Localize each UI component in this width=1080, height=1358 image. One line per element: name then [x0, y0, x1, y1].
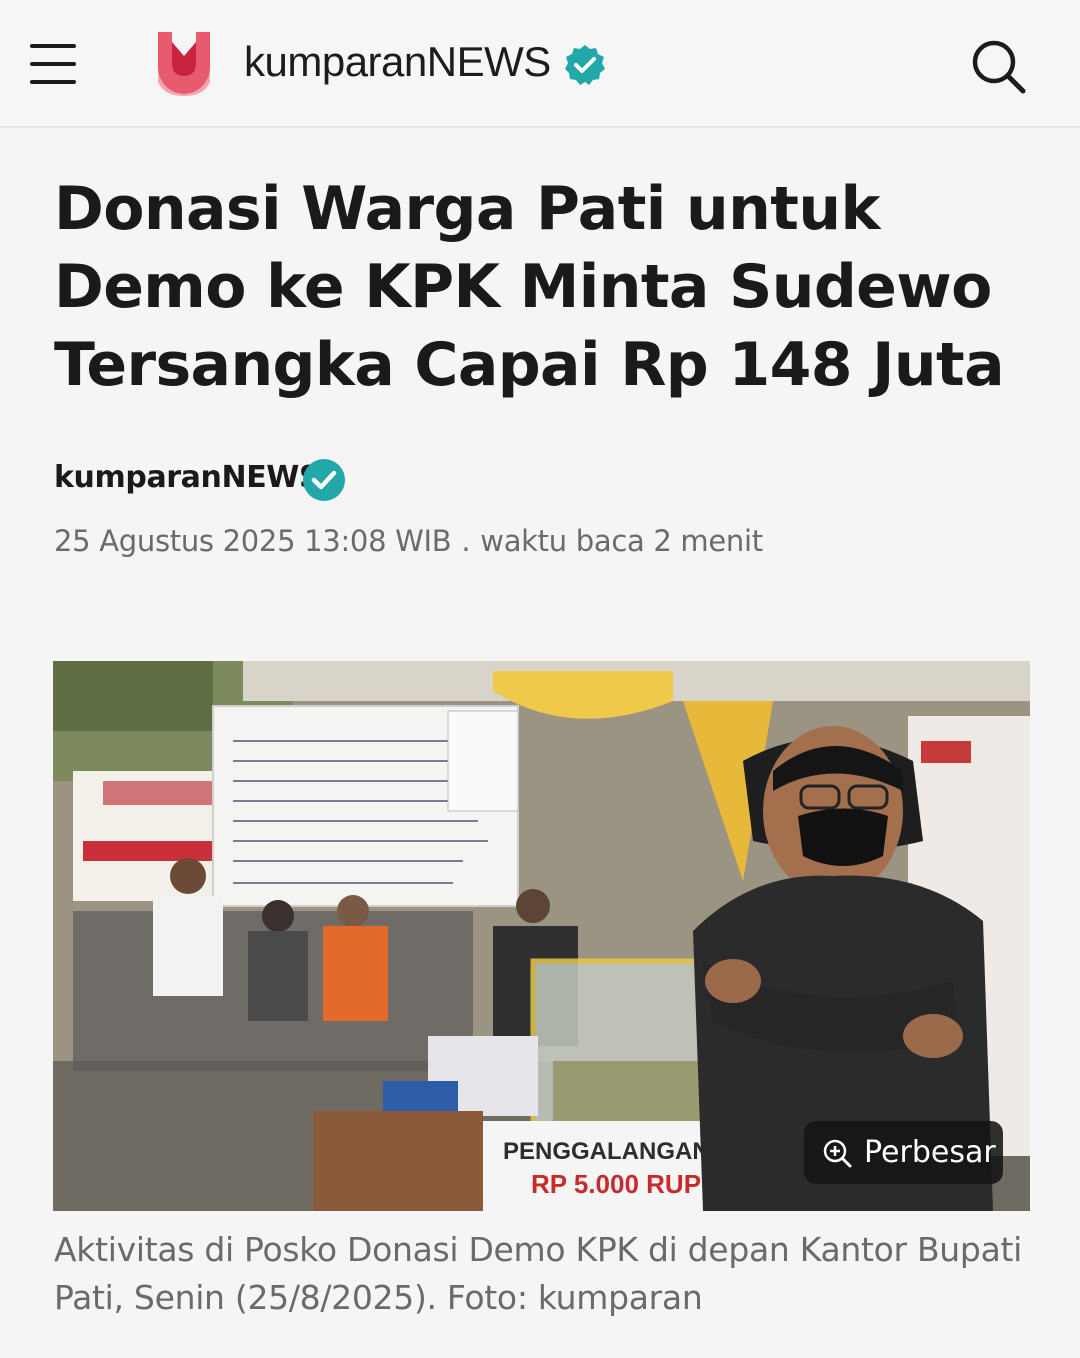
menu-icon[interactable]	[30, 44, 76, 84]
meta-separator: .	[461, 524, 471, 558]
brand-name[interactable]: kumparanNEWS	[244, 38, 551, 86]
read-time: waktu baca 2 menit	[480, 524, 763, 558]
verified-badge-icon	[565, 45, 605, 85]
article-meta: 25 Agustus 2025 13:08 WIB. waktu baca 2 m…	[54, 524, 763, 558]
zoom-in-icon	[823, 1139, 852, 1167]
publish-date: 25 Agustus 2025 13:08 WIB	[54, 524, 452, 558]
verified-badge-icon	[303, 459, 345, 501]
photo-caption: Aktivitas di Posko Donasi Demo KPK di de…	[54, 1230, 1023, 1317]
top-bar: kumparanNEWS	[0, 0, 1080, 128]
enlarge-button[interactable]: Perbesar	[804, 1121, 1003, 1184]
article-title: Donasi Warga Pati untuk Demo ke KPK Mint…	[54, 174, 1005, 400]
search-icon[interactable]	[968, 36, 1028, 96]
enlarge-label: Perbesar	[864, 1135, 996, 1170]
author-name[interactable]: kumparanNEWS	[54, 460, 321, 495]
kumparan-logo-icon[interactable]	[152, 30, 216, 98]
